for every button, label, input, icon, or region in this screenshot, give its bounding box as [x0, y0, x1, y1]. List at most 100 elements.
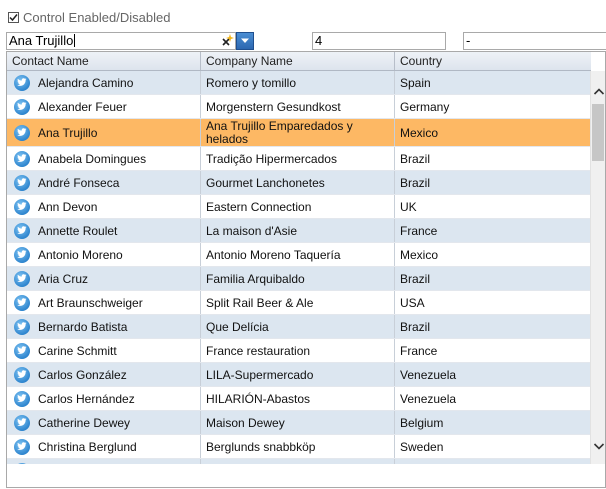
contact-name-text: Art Braunschweiger — [38, 295, 143, 310]
extra-value: - — [466, 33, 471, 48]
twitter-bird-icon — [14, 366, 30, 383]
cell-company-name: Ana Trujillo Emparedados y helados — [201, 119, 395, 146]
cell-contact-name: Alejandra Camino — [7, 71, 201, 94]
cell-contact-name: Carlos Hernández — [7, 387, 201, 410]
twitter-bird-icon — [14, 174, 30, 191]
contact-name-text: Christina Berglund — [38, 439, 137, 454]
chevron-up-icon[interactable] — [593, 86, 605, 98]
column-header-company-name[interactable]: Company Name — [201, 52, 395, 70]
cell-contact-name: Ann Devon — [7, 195, 201, 218]
extra-field[interactable]: - — [463, 32, 606, 50]
grid-header: Contact Name Company Name Country — [7, 52, 591, 71]
table-row[interactable]: Catherine Dewey Maison Dewey Belgium — [7, 411, 591, 435]
cell-country: UK — [400, 199, 417, 214]
text-caret — [74, 34, 76, 47]
cell-contact-name: Aria Cruz — [7, 267, 201, 290]
scrollbar-thumb[interactable] — [592, 104, 604, 161]
table-row[interactable]: Carlos Hernández HILARIÓN-Abastos Venezuel… — [7, 387, 591, 411]
table-row[interactable]: Carlos González LILA-Supermercado Venezuel… — [7, 363, 591, 387]
clear-x-icon[interactable] — [219, 33, 235, 49]
table-row[interactable]: Annette Roulet La maison d'Asie France — [7, 219, 591, 243]
table-row[interactable]: André Fonseca Gourmet Lanchonetes Brazil — [7, 171, 591, 195]
cell-company-name: Split Rail Beer & Ale — [201, 291, 395, 314]
cell-contact-name: Bernardo Batista — [7, 315, 201, 338]
chevron-down-icon — [241, 38, 249, 43]
cell-company-name: Familia Arquibaldo — [201, 267, 395, 290]
control-enabled-checkbox[interactable] — [8, 11, 19, 23]
contact-name-text: Annette Roulet — [38, 223, 118, 238]
cell-country: Brazil — [400, 271, 431, 286]
table-row-selected[interactable]: Ana Trujillo Ana Trujillo Emparedados y h… — [7, 119, 591, 147]
combo-dropdown-button[interactable] — [236, 32, 254, 50]
contact-name-text: Carine Schmitt — [38, 343, 117, 358]
cell-company-name: Tradição Hipermercados — [201, 147, 395, 170]
control-enabled-toggle[interactable]: Control Enabled/Disabled — [8, 9, 170, 25]
cell-company-name: HILARIÓN-Abastos — [201, 387, 395, 410]
twitter-bird-icon — [14, 98, 30, 115]
cell-contact-name: Carine Schmitt — [7, 339, 201, 362]
grid-rows: Alejandra Camino Romero y tomillo Spain Ale… — [7, 71, 591, 464]
cell-contact-name: Catherine Dewey — [7, 411, 201, 434]
cell-company-name: Que Delícia — [201, 315, 395, 338]
twitter-bird-icon — [14, 246, 30, 263]
table-row[interactable]: Art Braunschweiger Split Rail Beer & Ale U… — [7, 291, 591, 315]
twitter-bird-icon — [14, 390, 30, 407]
table-row[interactable]: Ann Devon Eastern Connection UK — [7, 195, 591, 219]
table-row[interactable]: Christina Berglund Berglunds snabbköp Swed… — [7, 435, 591, 459]
cell-contact-name: Art Braunschweiger — [7, 291, 201, 314]
cell-contact-name: Antonio Moreno — [7, 243, 201, 266]
contact-name-text: Catherine Dewey — [38, 415, 131, 430]
cell-company-name: France restauration — [201, 339, 395, 362]
table-row[interactable]: Bernardo Batista Que Delícia Brazil — [7, 315, 591, 339]
contacts-grid: Contact Name Company Name Country Alejan… — [6, 51, 606, 465]
contact-name-text: Aria Cruz — [38, 271, 89, 286]
cell-country: Mexico — [400, 125, 439, 140]
grid-footer — [6, 464, 606, 488]
twitter-bird-icon — [14, 74, 30, 91]
cell-company-name: Morgenstern Gesundkost — [201, 95, 395, 118]
contact-name-text: Anabela Domingues — [38, 151, 147, 166]
table-row[interactable]: Carine Schmitt France restauration France — [7, 339, 591, 363]
cell-company-name: LILA-Supermercado — [201, 363, 395, 386]
cell-country: Germany — [400, 99, 450, 114]
cell-country: USA — [400, 295, 425, 310]
cell-country: Belgium — [400, 415, 444, 430]
contact-name-text: Carlos González — [38, 367, 127, 382]
contact-name-text: Antonio Moreno — [38, 247, 123, 262]
table-row[interactable]: Antonio Moreno Antonio Moreno Taquería Mex… — [7, 243, 591, 267]
count-field[interactable]: 4 — [312, 32, 446, 50]
cell-contact-name: Annette Roulet — [7, 219, 201, 242]
table-row[interactable]: Aria Cruz Familia Arquibaldo Brazil — [7, 267, 591, 291]
cell-country: Brazil — [400, 319, 431, 334]
combo-value: Ana Trujillo — [9, 33, 74, 48]
twitter-bird-icon — [14, 150, 30, 167]
column-header-country[interactable]: Country — [395, 52, 591, 70]
cell-company-name: Romero y tomillo — [201, 71, 395, 94]
twitter-bird-icon — [14, 414, 30, 431]
table-row[interactable]: Alexander Feuer Morgenstern Gesundkost Ger… — [7, 95, 591, 119]
contact-combo-input[interactable]: Ana Trujillo — [6, 32, 236, 50]
cell-country: Brazil — [400, 175, 431, 190]
vertical-scrollbar[interactable] — [590, 71, 605, 464]
cell-company-name: Gourmet Lanchonetes — [201, 171, 395, 194]
cell-country: Spain — [400, 75, 431, 90]
chevron-down-icon[interactable] — [593, 440, 605, 452]
contact-name-text: Alexander Feuer — [38, 99, 127, 114]
twitter-bird-icon — [14, 438, 30, 455]
column-header-contact-name[interactable]: Contact Name — [7, 52, 201, 70]
twitter-bird-icon — [14, 222, 30, 239]
cell-company-name: Berglunds snabbköp — [201, 435, 395, 458]
twitter-bird-icon — [14, 124, 30, 141]
table-row[interactable]: Alejandra Camino Romero y tomillo Spain — [7, 71, 591, 95]
table-row[interactable]: Anabela Domingues Tradição Hipermercados B… — [7, 147, 591, 171]
cell-company-name: Eastern Connection — [201, 195, 395, 218]
cell-company-name: Antonio Moreno Taquería — [201, 243, 395, 266]
twitter-bird-icon — [14, 318, 30, 335]
cell-country: Mexico — [400, 247, 439, 262]
cell-company-name: La maison d'Asie — [201, 219, 395, 242]
cell-country: Brazil — [400, 151, 431, 166]
cell-company-name: Maison Dewey — [201, 411, 395, 434]
contact-name-text: André Fonseca — [38, 175, 120, 190]
contact-name-text: Alejandra Camino — [38, 75, 134, 90]
cell-contact-name: Ana Trujillo — [7, 119, 201, 146]
